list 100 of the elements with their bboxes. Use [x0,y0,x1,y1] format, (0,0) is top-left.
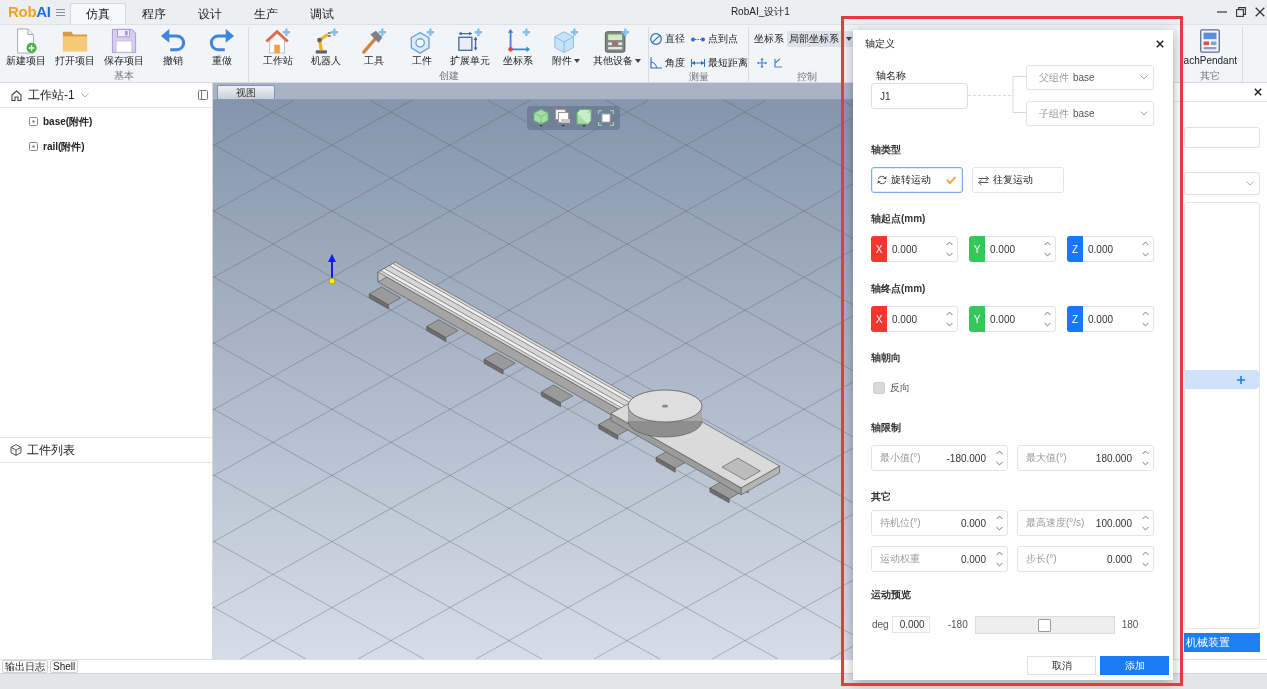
ribbon-button[interactable]: 工件 [398,27,445,70]
close-icon[interactable] [1255,7,1265,17]
close-icon[interactable] [1156,40,1164,48]
input-field[interactable] [1184,127,1260,148]
name-input[interactable]: J1 [871,83,968,109]
ribbon-button[interactable]: 坐标系 [494,27,541,70]
spinner-icon[interactable] [996,450,1003,466]
ribbon-button[interactable]: 其他设备 [590,27,643,70]
number-field[interactable]: X 0.000 [871,306,958,332]
spinner-icon[interactable] [1142,311,1149,327]
control-panel-icon [603,28,630,54]
number-field[interactable]: 最高速度(°/s) 100.000 [1017,510,1154,536]
number-field[interactable]: Y 0.000 [969,306,1056,332]
ribbon-button[interactable]: 打开项目 [52,27,98,70]
view-tab[interactable]: 视图 [217,85,275,99]
ribbon-button[interactable]: 保存项目 [101,27,147,70]
fit-view-icon[interactable] [598,110,615,126]
tree-item[interactable]: rail(附件) [43,140,85,153]
plus-icon[interactable] [1237,375,1245,384]
add-button[interactable]: 添加 [1100,656,1169,675]
child-select[interactable]: 子组件 base [1026,101,1154,126]
move-icon[interactable] [757,58,767,68]
axis-badge: X [871,306,887,332]
cube-view-icon[interactable] [532,109,549,127]
axis-badge: Y [969,306,985,332]
axes-icon[interactable] [773,58,782,68]
number-field[interactable]: Z 0.000 [1067,236,1154,262]
chevron-down-icon[interactable] [1140,75,1148,80]
menu-tab[interactable]: 调试 [293,3,350,24]
restore-icon[interactable] [1236,7,1246,17]
node-square-icon[interactable] [29,117,38,126]
spinner-icon[interactable] [1142,241,1149,257]
coordinate-system-select[interactable]: 局部坐标系 [787,31,853,47]
tool-button[interactable]: 点到点 [690,31,748,47]
number-field[interactable]: 运动权重 0.000 [871,546,1008,572]
ribbon-button[interactable]: 机器人 [302,27,349,70]
group-label: 其它 [1200,70,1221,82]
spinner-icon[interactable] [1142,551,1149,567]
hex-nut-icon [408,28,435,54]
diameter-icon [649,33,662,45]
close-icon[interactable] [1254,88,1262,96]
menu-icon[interactable] [55,9,65,16]
ribbon-button[interactable]: 新建项目 [3,27,49,70]
slider-track[interactable] [974,615,1115,634]
menu-tab[interactable]: 程序 [125,3,182,24]
spinner-icon[interactable] [946,241,953,257]
number-field[interactable]: Y 0.000 [969,236,1056,262]
output-tab[interactable]: Shell [50,660,79,673]
cube-icon[interactable] [576,109,593,127]
spinner-icon[interactable] [1142,450,1149,466]
output-tab[interactable]: 输出日志 [2,660,48,673]
panel-toggle-icon[interactable] [198,90,208,100]
menu-tab[interactable]: 设计 [181,3,238,24]
number-field[interactable]: 0.000 [891,616,930,633]
ribbon-button[interactable]: 工具 [350,27,397,70]
spinner-icon[interactable] [996,515,1003,531]
dropdown-field[interactable] [1184,172,1260,195]
chevron-down-icon[interactable] [1140,111,1148,116]
stacked-squares-icon[interactable] [554,109,571,127]
option-button[interactable]: 往复运动 [972,167,1064,193]
menu-tab[interactable]: 生产 [237,3,294,24]
spinner-icon[interactable] [1044,311,1051,327]
spinner-icon[interactable] [1142,515,1149,531]
ribbon-button[interactable]: 工作站 [254,27,301,70]
mechanism-button[interactable]: 机械装置 [1184,633,1260,652]
distance-arrow-icon [690,59,705,67]
number-field[interactable]: 步长(°) 0.000 [1017,546,1154,572]
menu-tab[interactable]: 仿真 [69,3,126,24]
ribbon-button[interactable]: 撤销 [150,27,196,70]
tool-button[interactable]: 最短距离 [690,55,748,71]
tool-button[interactable]: 直径 [649,31,685,47]
swap-arrows-icon [978,175,989,185]
station-title: 工作站-1 [28,88,75,102]
number-field[interactable]: X 0.000 [871,236,958,262]
field-label: 坐标系 [754,33,784,45]
chevron-down-icon[interactable] [80,92,89,98]
ribbon-button[interactable]: 重做 [199,27,245,70]
number-field[interactable]: Z 0.000 [1067,306,1154,332]
ribbon-button[interactable]: 附件 [542,27,589,70]
parent-select[interactable]: 父组件 base [1026,65,1154,90]
option-button[interactable]: 旋转运动 [871,167,963,193]
tree-item[interactable]: base(附件) [43,115,93,128]
slider-thumb[interactable] [1037,618,1051,632]
tool-button[interactable]: 角度 [649,55,685,71]
axis-badge: Z [1067,236,1083,262]
spinner-icon[interactable] [996,551,1003,567]
number-field[interactable]: 最大值(°) 180.000 [1017,445,1154,471]
ribbon-button[interactable]: achPendant [1181,27,1239,70]
group-label: 基本 [114,70,134,82]
checkbox[interactable] [873,382,885,394]
spinner-icon[interactable] [1044,241,1051,257]
axis-badge: X [871,236,887,262]
cancel-button[interactable]: 取消 [1027,656,1096,675]
chevron-down-icon[interactable] [1246,181,1254,186]
number-field[interactable]: 待机位(°) 0.000 [871,510,1008,536]
ribbon-button[interactable]: 扩展单元 [446,27,493,70]
section-label: 轴朝向 [871,352,901,364]
spinner-icon[interactable] [946,311,953,327]
node-square-icon[interactable] [29,142,38,151]
number-field[interactable]: 最小值(°) -180.000 [871,445,1008,471]
